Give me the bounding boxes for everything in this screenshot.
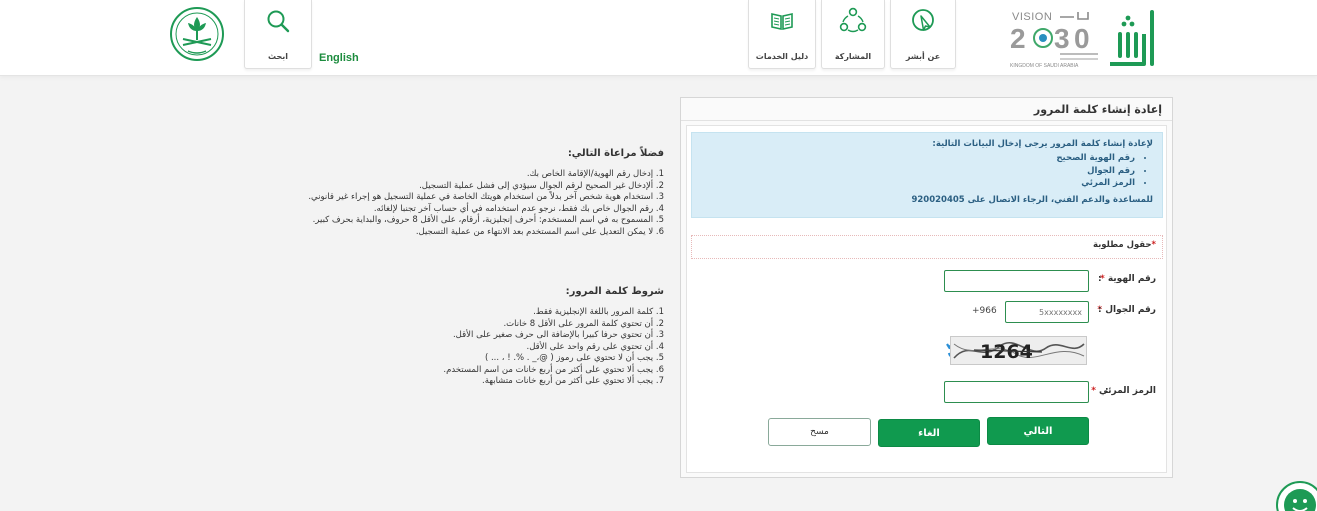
list-item: 1. كلمة المرور باللغة الإنجليزية فقط. <box>533 307 664 317</box>
svg-text:KINGDOM OF SAUDI ARABIA: KINGDOM OF SAUDI ARABIA <box>1010 63 1079 69</box>
list-item: 5. المسموح به في اسم المستخدم: أحرف إنجل… <box>312 215 664 225</box>
id-number-label-text: رقم الهوية <box>1107 274 1156 284</box>
id-number-label: رقم الهوية * <box>1100 274 1156 284</box>
colon: : <box>1105 386 1109 396</box>
list-item: 4. أن تحتوي على رقم واحد على الأقل. <box>526 341 664 352</box>
panel-title: إعادة إنشاء كلمة المرور <box>1033 103 1162 116</box>
notes-title: فضلاً مراعاة التالي: <box>567 148 664 159</box>
share-icon <box>839 7 867 33</box>
vision-2030-logo: VISION 2 3 0 KINGDOM OF SAUDI ARABIA <box>1010 11 1098 69</box>
info-intro: لإعادة إنشاء كلمة المرور يرجى إدخال البي… <box>932 139 1153 149</box>
nav-label: عن أبشر <box>905 52 941 61</box>
registration-notes: فضلاً مراعاة التالي: 1. إدخال رقم الهوية… <box>308 148 664 238</box>
notes-list: 1. إدخال رقم الهوية/الإقامة الخاص بك. 2.… <box>308 169 664 238</box>
required-star: * <box>1091 386 1100 396</box>
id-number-input[interactable] <box>944 270 1089 292</box>
emblem-icon <box>170 7 224 61</box>
book-icon <box>771 13 793 30</box>
list-item: 3. أن تحتوي حرفا كبيرا بالإضافة الى حرف … <box>452 330 664 340</box>
list-item: رقم الهوية الصحيح <box>701 152 1135 165</box>
mobile-label: رقم الجوال * <box>1097 305 1156 315</box>
search-icon <box>267 10 290 33</box>
clear-button[interactable]: مسح <box>768 418 871 446</box>
list-item: 5. يجب أن لا تحتوي على رموز ( @،_ . %. !… <box>484 353 664 363</box>
english-language-link[interactable]: English <box>319 52 359 64</box>
list-item: 2. أن تحتوي كلمة المرور على الأقل 8 خانا… <box>503 318 664 329</box>
support-text: للمساعدة والدعم الفني، الرجاء الاتصال عل… <box>911 194 1153 205</box>
required-star: * <box>1151 240 1156 250</box>
chat-support-button[interactable] <box>1276 481 1317 511</box>
next-button[interactable]: التالي <box>987 417 1089 445</box>
reset-password-panel: إعادة إنشاء كلمة المرور لإعادة إنشاء كلم… <box>680 97 1173 478</box>
mobile-label-text: رقم الجوال <box>1105 305 1156 315</box>
smile-icon <box>1292 499 1308 511</box>
cancel-button[interactable]: الغاء <box>878 419 980 447</box>
list-item: 6. لا يمكن التعديل على اسم المستخدم بعد … <box>415 226 664 237</box>
list-item: 3. استخدام هوية شخص آخر بدلاً من استخدام… <box>308 192 664 202</box>
svg-text:3: 3 <box>1054 23 1070 54</box>
info-alert: لإعادة إنشاء كلمة المرور يرجى إدخال البي… <box>691 132 1163 218</box>
nav-services-guide[interactable]: دليل الخدمات <box>748 0 816 69</box>
top-header: ابحث English دليل الخدمات المشاركة عن أب… <box>0 0 1317 76</box>
captcha-label: الرمز المرئي * <box>1091 386 1156 396</box>
svg-text:VISION: VISION <box>1012 11 1052 23</box>
list-item: الرمز المرئي <box>701 177 1135 190</box>
svg-text:0: 0 <box>1074 23 1090 54</box>
form-container: لإعادة إنشاء كلمة المرور يرجى إدخال البي… <box>686 125 1167 473</box>
password-rules-list: 1. كلمة المرور باللغة الإنجليزية فقط. 2.… <box>443 307 664 388</box>
info-list: رقم الهوية الصحيح رقم الجوال الرمز المرئ… <box>701 152 1153 190</box>
list-item: 4. رقم الجوال خاص بك فقط، نرجو عدم استخد… <box>373 203 664 214</box>
divider <box>681 120 1172 121</box>
nav-about-absher[interactable]: عن أبشر <box>890 0 956 69</box>
list-item: 6. يجب ألا تحتوي على أكثر من أربع خانات … <box>443 364 664 375</box>
nav-label: دليل الخدمات <box>755 52 809 61</box>
colon: : <box>1098 274 1102 284</box>
absher-logo <box>1110 10 1154 66</box>
search-button[interactable]: ابحث <box>244 0 312 69</box>
captcha-input[interactable] <box>944 381 1089 403</box>
nav-label: المشاركة <box>834 52 872 61</box>
nav-participation[interactable]: المشاركة <box>821 0 885 69</box>
svg-text:2: 2 <box>1010 23 1026 54</box>
search-label: ابحث <box>268 52 288 61</box>
pointer-icon <box>912 9 934 31</box>
required-text: حقول مطلوبة <box>1092 240 1152 250</box>
chat-icon <box>1284 489 1316 511</box>
password-rules: شروط كلمة المرور: 1. كلمة المرور باللغة … <box>443 286 664 388</box>
required-fields-note: *حقول مطلوبة <box>691 235 1163 259</box>
list-item: 7. يجب ألا تحتوي على أكثر من أربع خانات … <box>482 376 664 386</box>
captcha-image: 1264 <box>950 336 1087 365</box>
mobile-input[interactable] <box>1005 301 1089 323</box>
mobile-prefix: +966 <box>972 306 997 316</box>
password-rules-title: شروط كلمة المرور: <box>565 286 664 297</box>
list-item: 1. إدخال رقم الهوية/الإقامة الخاص بك. <box>526 169 664 179</box>
colon: : <box>1098 305 1102 315</box>
list-item: رقم الجوال <box>701 165 1135 178</box>
list-item: 2. ألإدخال غير الصحيح لرقم الجوال سيؤدي … <box>419 180 664 191</box>
